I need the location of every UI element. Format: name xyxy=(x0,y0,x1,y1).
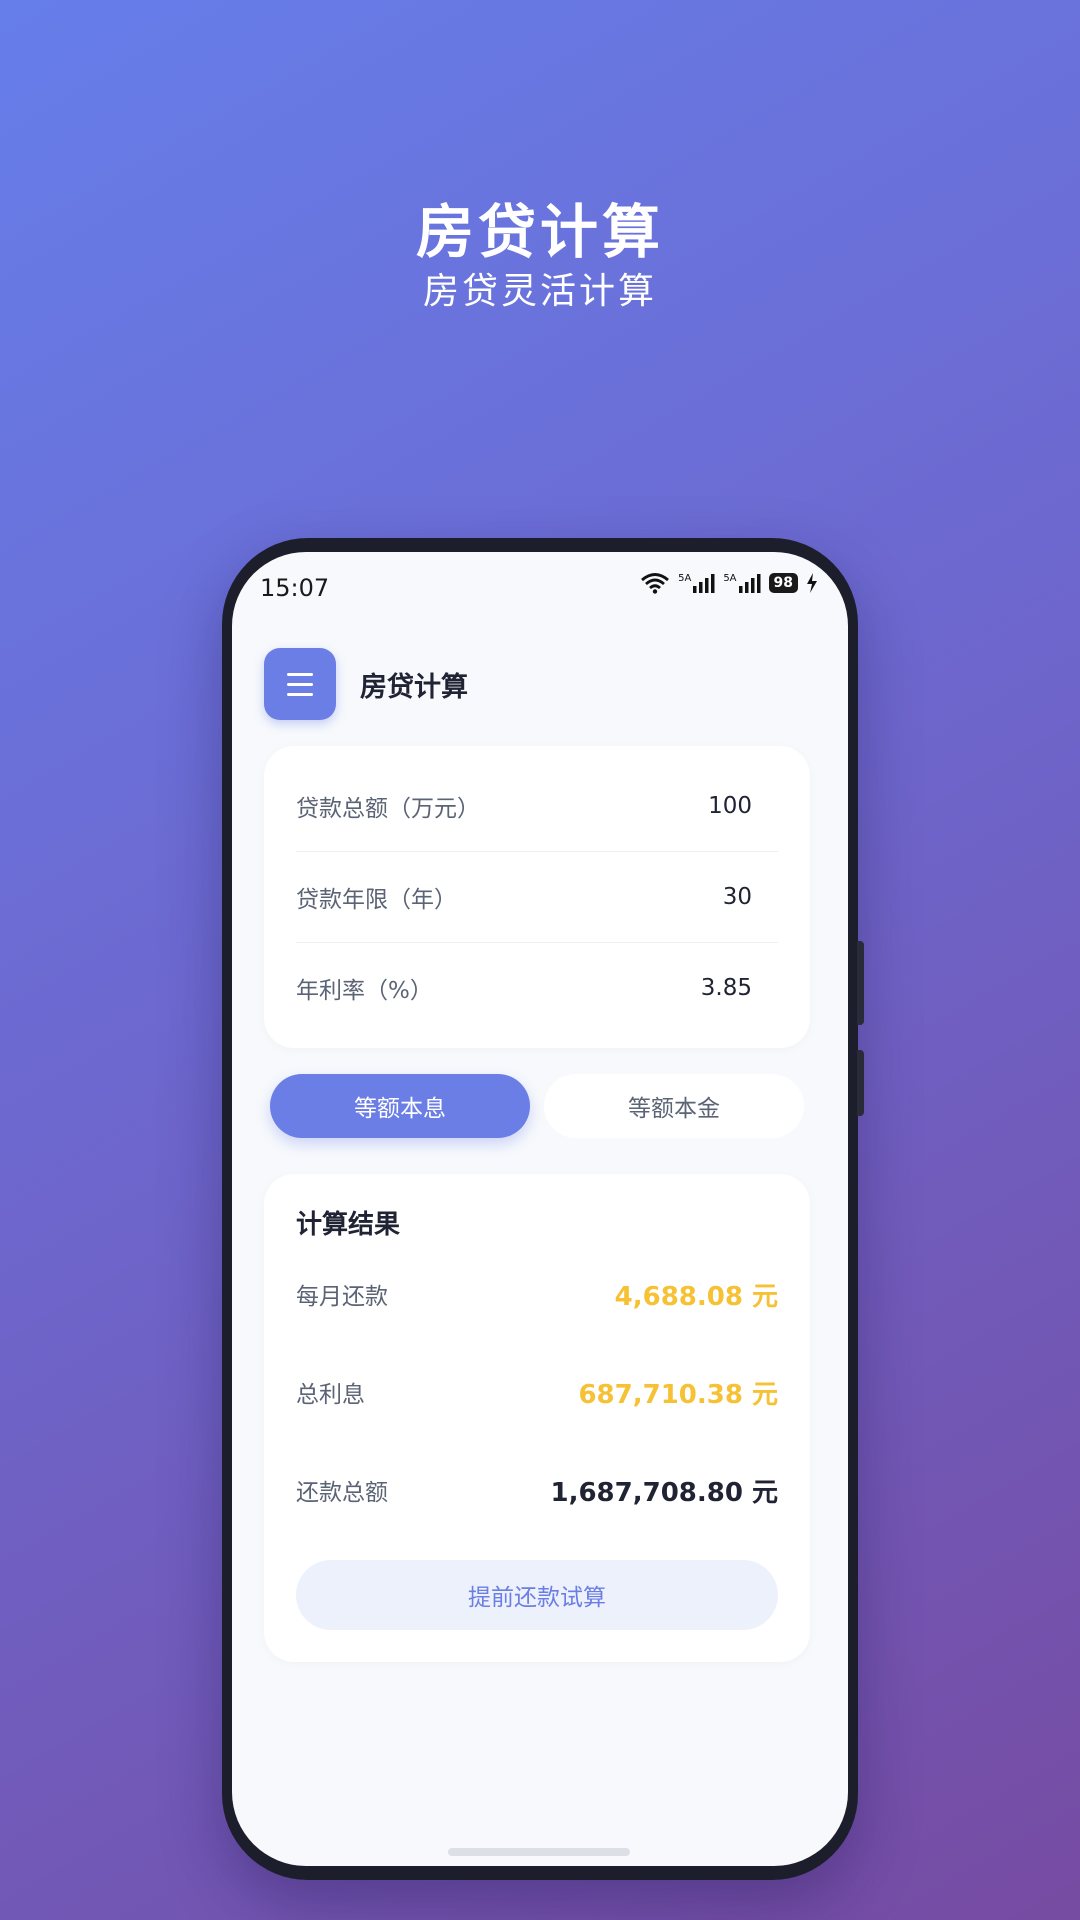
equal-installment-button[interactable]: 等额本息 xyxy=(270,1074,530,1138)
result-card: 计算结果 每月还款 4,688.08 元 总利息 687,710.38 元 还款… xyxy=(264,1174,810,1662)
result-title: 计算结果 xyxy=(296,1210,401,1240)
power-button xyxy=(857,1050,864,1116)
menu-button[interactable] xyxy=(264,648,336,720)
status-time: 15:07 xyxy=(260,574,330,602)
phone-screen: 15:07 5A 5A 98 房贷计算 贷款总额（万元） 100 贷款年限（年）… xyxy=(232,552,848,1866)
app-header: 房贷计算 xyxy=(264,648,468,720)
monthly-payment-row: 每月还款 4,688.08 元 xyxy=(296,1274,778,1314)
loan-amount-input[interactable]: 100 xyxy=(708,793,752,819)
monthly-payment-label: 每月还款 xyxy=(296,1284,388,1310)
total-repayment-value: 1,687,708.80 元 xyxy=(550,1477,778,1508)
signal-icon xyxy=(738,574,761,593)
signal-label-1: 5A xyxy=(678,572,692,584)
volume-button xyxy=(857,941,864,1025)
loan-term-row[interactable]: 贷款年限（年） 30 xyxy=(296,852,778,943)
total-interest-row: 总利息 687,710.38 元 xyxy=(296,1372,778,1412)
signal-label-2: 5A xyxy=(723,572,737,584)
status-icons: 5A 5A 98 xyxy=(640,572,818,594)
loan-amount-row[interactable]: 贷款总额（万元） 100 xyxy=(296,761,778,852)
charging-icon xyxy=(807,573,817,593)
signal-icon xyxy=(693,574,715,593)
interest-rate-input[interactable]: 3.85 xyxy=(701,975,752,1001)
loan-inputs-card: 贷款总额（万元） 100 贷款年限（年） 30 年利率（%） 3.85 xyxy=(264,746,810,1048)
total-interest-value: 687,710.38 元 xyxy=(578,1379,778,1410)
repayment-method-toggle: 等额本息 等额本金 xyxy=(270,1074,810,1140)
monthly-payment-value: 4,688.08 元 xyxy=(614,1281,778,1312)
promo-title: 房贷计算 xyxy=(415,198,664,266)
app-title: 房贷计算 xyxy=(360,671,468,703)
home-indicator[interactable] xyxy=(448,1848,630,1856)
interest-rate-row[interactable]: 年利率（%） 3.85 xyxy=(296,943,778,1033)
interest-rate-label: 年利率（%） xyxy=(296,978,433,1004)
battery-icon: 98 xyxy=(768,573,798,593)
prepay-trial-button[interactable]: 提前还款试算 xyxy=(296,1560,778,1630)
promo-subtitle: 房贷灵活计算 xyxy=(422,271,657,312)
loan-term-label: 贷款年限（年） xyxy=(296,887,457,913)
equal-principal-button[interactable]: 等额本金 xyxy=(544,1074,804,1138)
phone-frame: 15:07 5A 5A 98 房贷计算 贷款总额（万元） 100 贷款年限（年）… xyxy=(222,538,864,1880)
menu-icon xyxy=(287,672,313,676)
loan-amount-label: 贷款总额（万元） xyxy=(296,796,480,822)
total-repayment-row: 还款总额 1,687,708.80 元 xyxy=(296,1470,778,1510)
wifi-icon xyxy=(641,573,670,594)
status-bar: 15:07 5A 5A 98 xyxy=(232,552,848,612)
total-repayment-label: 还款总额 xyxy=(296,1480,388,1506)
loan-term-input[interactable]: 30 xyxy=(723,884,752,910)
total-interest-label: 总利息 xyxy=(296,1382,365,1408)
